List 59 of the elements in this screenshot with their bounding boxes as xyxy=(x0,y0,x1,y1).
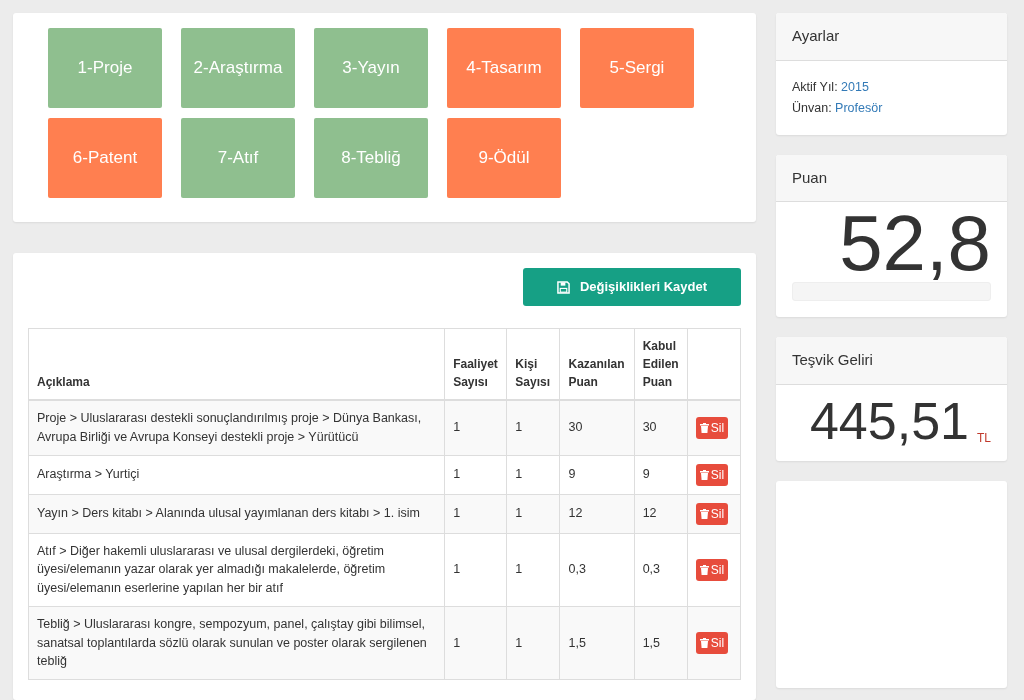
panel-title: Puan xyxy=(776,154,1007,202)
currency-unit: TL xyxy=(977,429,991,447)
category-tile[interactable]: 9-Ödül xyxy=(447,118,561,198)
delete-button[interactable]: Sil xyxy=(695,416,729,439)
trash-icon xyxy=(699,422,709,433)
score-value: 52,8 xyxy=(838,204,991,282)
panel-title: Ayarlar xyxy=(776,13,1007,61)
delete-button[interactable]: Sil xyxy=(695,502,729,525)
table-cell: Proje > Uluslararası destekli sonuçlandırılmış proje > Dünya Bankası, Avrupa Birliği ve Avrupa Konseyi destekli proje > Yürütücü xyxy=(28,400,445,455)
category-tile[interactable]: 3-Yayın xyxy=(314,28,428,108)
category-tile[interactable]: 5-Sergi xyxy=(580,28,694,108)
table-cell: 30 xyxy=(559,400,635,455)
table-cell: 1 xyxy=(444,533,507,607)
table-cell: 30 xyxy=(634,400,688,455)
category-tile[interactable]: 8-Tebliğ xyxy=(314,118,428,198)
trash-icon xyxy=(699,564,709,575)
category-tile[interactable]: 2-Araştırma xyxy=(181,28,295,108)
column-header: Faaliyet Sayısı xyxy=(444,328,507,400)
delete-button[interactable]: Sil xyxy=(695,558,729,581)
trash-icon xyxy=(699,637,709,648)
table-cell: 9 xyxy=(559,455,635,494)
category-tile[interactable]: 7-Atıf xyxy=(181,118,295,198)
table-cell: 1 xyxy=(444,606,507,680)
panel-title: Teşvik Geliri xyxy=(776,337,1007,385)
save-icon xyxy=(556,280,570,294)
table-cell: 0,3 xyxy=(559,533,635,607)
table-cell: 12 xyxy=(559,494,635,533)
trash-icon xyxy=(699,508,709,519)
table-cell: Araştırma > Yurtiçi xyxy=(28,455,445,494)
table-cell: Yayın > Ders kitabı > Alanında ulusal yayımlanan ders kitabı > 1. isim xyxy=(28,494,445,533)
save-button[interactable]: Değişiklikleri Kaydet xyxy=(523,268,741,306)
income-value: 445,51 xyxy=(809,394,969,447)
category-tile[interactable]: 6-Patent xyxy=(48,118,162,198)
table-cell: Atıf > Diğer hakemli uluslararası ve ulusal dergilerdeki, öğretim üyesi/elemanın yazar olarak yer almadığı makalelerde, öğretim üyesi/elemanın eserlerine yapılan her bir atıf xyxy=(28,533,445,607)
table-cell: 1 xyxy=(506,606,560,680)
column-header: Açıklama xyxy=(28,328,445,400)
setting-line: Ünvan: Profesör xyxy=(792,99,884,117)
table-cell: 1 xyxy=(506,494,560,533)
table-cell: Tebliğ > Uluslararası kongre, sempozyum, panel, çalıştay gibi bilimsel, sanatsal toplantılarda sözlü olarak sunulan ve poster olarak sergilenen tebliğ xyxy=(28,606,445,680)
table-cell: 1,5 xyxy=(634,606,688,680)
delete-button[interactable]: Sil xyxy=(695,631,729,654)
table-cell: 1 xyxy=(444,400,507,455)
table-cell: 1 xyxy=(444,494,507,533)
column-header: Kabul Edilen Puan xyxy=(634,328,688,400)
table-cell: 1,5 xyxy=(559,606,635,680)
table-cell: 9 xyxy=(634,455,688,494)
trash-icon xyxy=(699,469,709,480)
table-cell: 1 xyxy=(444,455,507,494)
table-cell: 1 xyxy=(506,455,560,494)
table-cell: 0,3 xyxy=(634,533,688,607)
table-cell: 1 xyxy=(506,400,560,455)
category-tile[interactable]: 4-Tasarım xyxy=(447,28,561,108)
setting-line: Aktif Yıl: 2015 xyxy=(792,78,870,96)
column-header: Kişi Sayısı xyxy=(506,328,560,400)
category-tile[interactable]: 1-Proje xyxy=(48,28,162,108)
table-cell: 12 xyxy=(634,494,688,533)
table-cell: 1 xyxy=(506,533,560,607)
column-header: Kazanılan Puan xyxy=(559,328,635,400)
delete-button[interactable]: Sil xyxy=(695,463,729,486)
